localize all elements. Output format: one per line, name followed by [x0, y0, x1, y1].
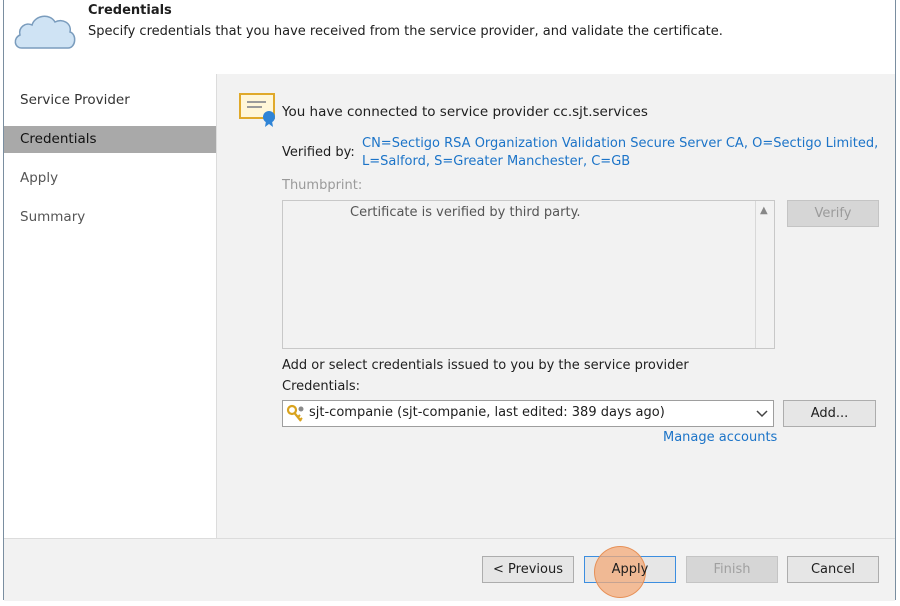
sidebar-item-apply[interactable]: Apply [4, 165, 216, 192]
thumbprint-field[interactable]: Certificate is verified by third party. … [282, 200, 775, 349]
add-credentials-button[interactable]: Add... [783, 400, 876, 427]
thumbprint-label: Thumbprint: [282, 178, 363, 193]
cancel-button[interactable]: Cancel [787, 556, 879, 583]
connection-status-text: You have connected to service provider c… [282, 104, 648, 120]
verified-by-link[interactable]: CN=Sectigo RSA Organization Validation S… [362, 135, 882, 171]
wizard-footer: < Previous Apply Finish Cancel [4, 538, 895, 601]
credentials-label: Credentials: [282, 379, 361, 394]
page-title: Credentials [88, 3, 172, 18]
credentials-dropdown[interactable]: sjt-companie (sjt-companie, last edited:… [282, 400, 774, 427]
apply-button-label: Apply [611, 562, 649, 577]
thumbprint-text: Certificate is verified by third party. [350, 205, 581, 220]
apply-button[interactable]: Apply [584, 546, 676, 598]
wizard-window: Credentials Specify credentials that you… [3, 0, 896, 601]
cloud-icon [12, 8, 78, 58]
manage-accounts-link[interactable]: Manage accounts [663, 430, 777, 445]
credentials-instruction: Add or select credentials issued to you … [282, 358, 689, 373]
wizard-steps-sidebar: Service Provider Credentials Apply Summa… [4, 74, 217, 538]
credentials-selected-value: sjt-companie (sjt-companie, last edited:… [309, 405, 665, 420]
chevron-down-icon[interactable] [755, 405, 769, 425]
sidebar-item-service-provider[interactable]: Service Provider [4, 87, 216, 114]
key-icon [286, 404, 306, 428]
verified-by-label: Verified by: [282, 145, 355, 160]
wizard-header: Credentials Specify credentials that you… [4, 0, 895, 74]
verified-by-line-2[interactable]: L=Salford, S=Greater Manchester, C=GB [362, 153, 882, 171]
sidebar-item-summary[interactable]: Summary [4, 204, 216, 231]
previous-button[interactable]: < Previous [482, 556, 574, 583]
verify-button[interactable]: Verify [787, 200, 879, 227]
thumbprint-scrollbar[interactable]: ▲ [755, 201, 774, 348]
sidebar-item-credentials[interactable]: Credentials [4, 126, 216, 153]
page-description: Specify credentials that you have receiv… [88, 24, 723, 39]
verified-by-line-1[interactable]: CN=Sectigo RSA Organization Validation S… [362, 135, 882, 153]
scroll-up-arrow-icon[interactable]: ▲ [760, 205, 768, 216]
certificate-icon [238, 92, 278, 132]
finish-button[interactable]: Finish [686, 556, 778, 583]
wizard-content: You have connected to service provider c… [217, 74, 895, 538]
